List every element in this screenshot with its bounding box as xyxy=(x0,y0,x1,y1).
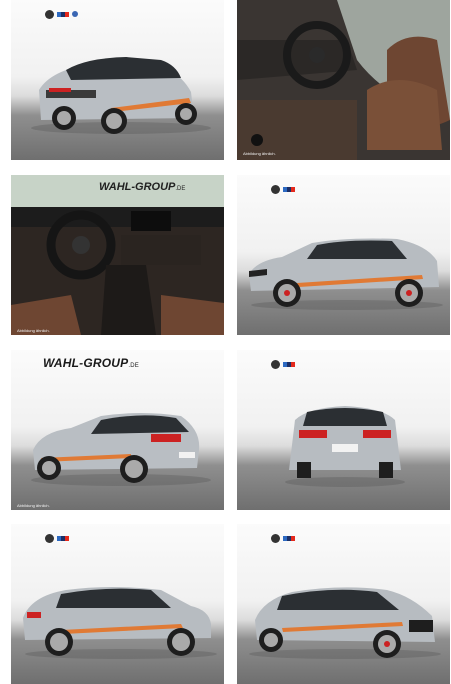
car-rear-3q-2-illustration xyxy=(31,413,211,486)
car-side-right-illustration xyxy=(249,238,443,310)
dealer-brand-tld: .DE xyxy=(175,186,186,192)
gallery-image-rear[interactable] xyxy=(237,350,450,510)
disclaimer-text: Abbildung ähnlich. xyxy=(17,328,50,333)
gallery-image-front-3q[interactable] xyxy=(237,524,450,684)
car-rear-illustration xyxy=(285,406,405,487)
dealer-brand-suffix: -GROUP xyxy=(131,181,176,193)
gallery-image-side-right[interactable] xyxy=(237,175,450,335)
dealer-brand-name: WAHL xyxy=(99,181,132,193)
image-gallery: Abbildung ähnlich. WAHL-GROUP.DE Abbildu… xyxy=(0,0,451,684)
disclaimer-text: Abbildung ähnlich. xyxy=(243,151,276,156)
interior-illustration xyxy=(237,0,450,160)
car-side-left-illustration xyxy=(23,587,217,659)
car-front-3q-illustration xyxy=(249,587,441,659)
car-rear-3q-illustration xyxy=(31,57,211,134)
gallery-image-interior[interactable]: Abbildung ähnlich. xyxy=(237,0,450,160)
dashboard-illustration xyxy=(11,175,224,335)
disclaimer-text: Abbildung ähnlich. xyxy=(17,503,50,508)
gallery-image-side-left[interactable] xyxy=(11,524,224,684)
gallery-image-rear-3q[interactable] xyxy=(11,0,224,160)
gallery-image-rear-3q-2[interactable]: WAHL-GROUP.DE Abbildung ähnlich. xyxy=(11,350,224,510)
dealer-brand-logo: WAHL-GROUP.DE xyxy=(99,181,185,193)
gallery-image-dashboard[interactable]: WAHL-GROUP.DE Abbildung ähnlich. xyxy=(11,175,224,335)
